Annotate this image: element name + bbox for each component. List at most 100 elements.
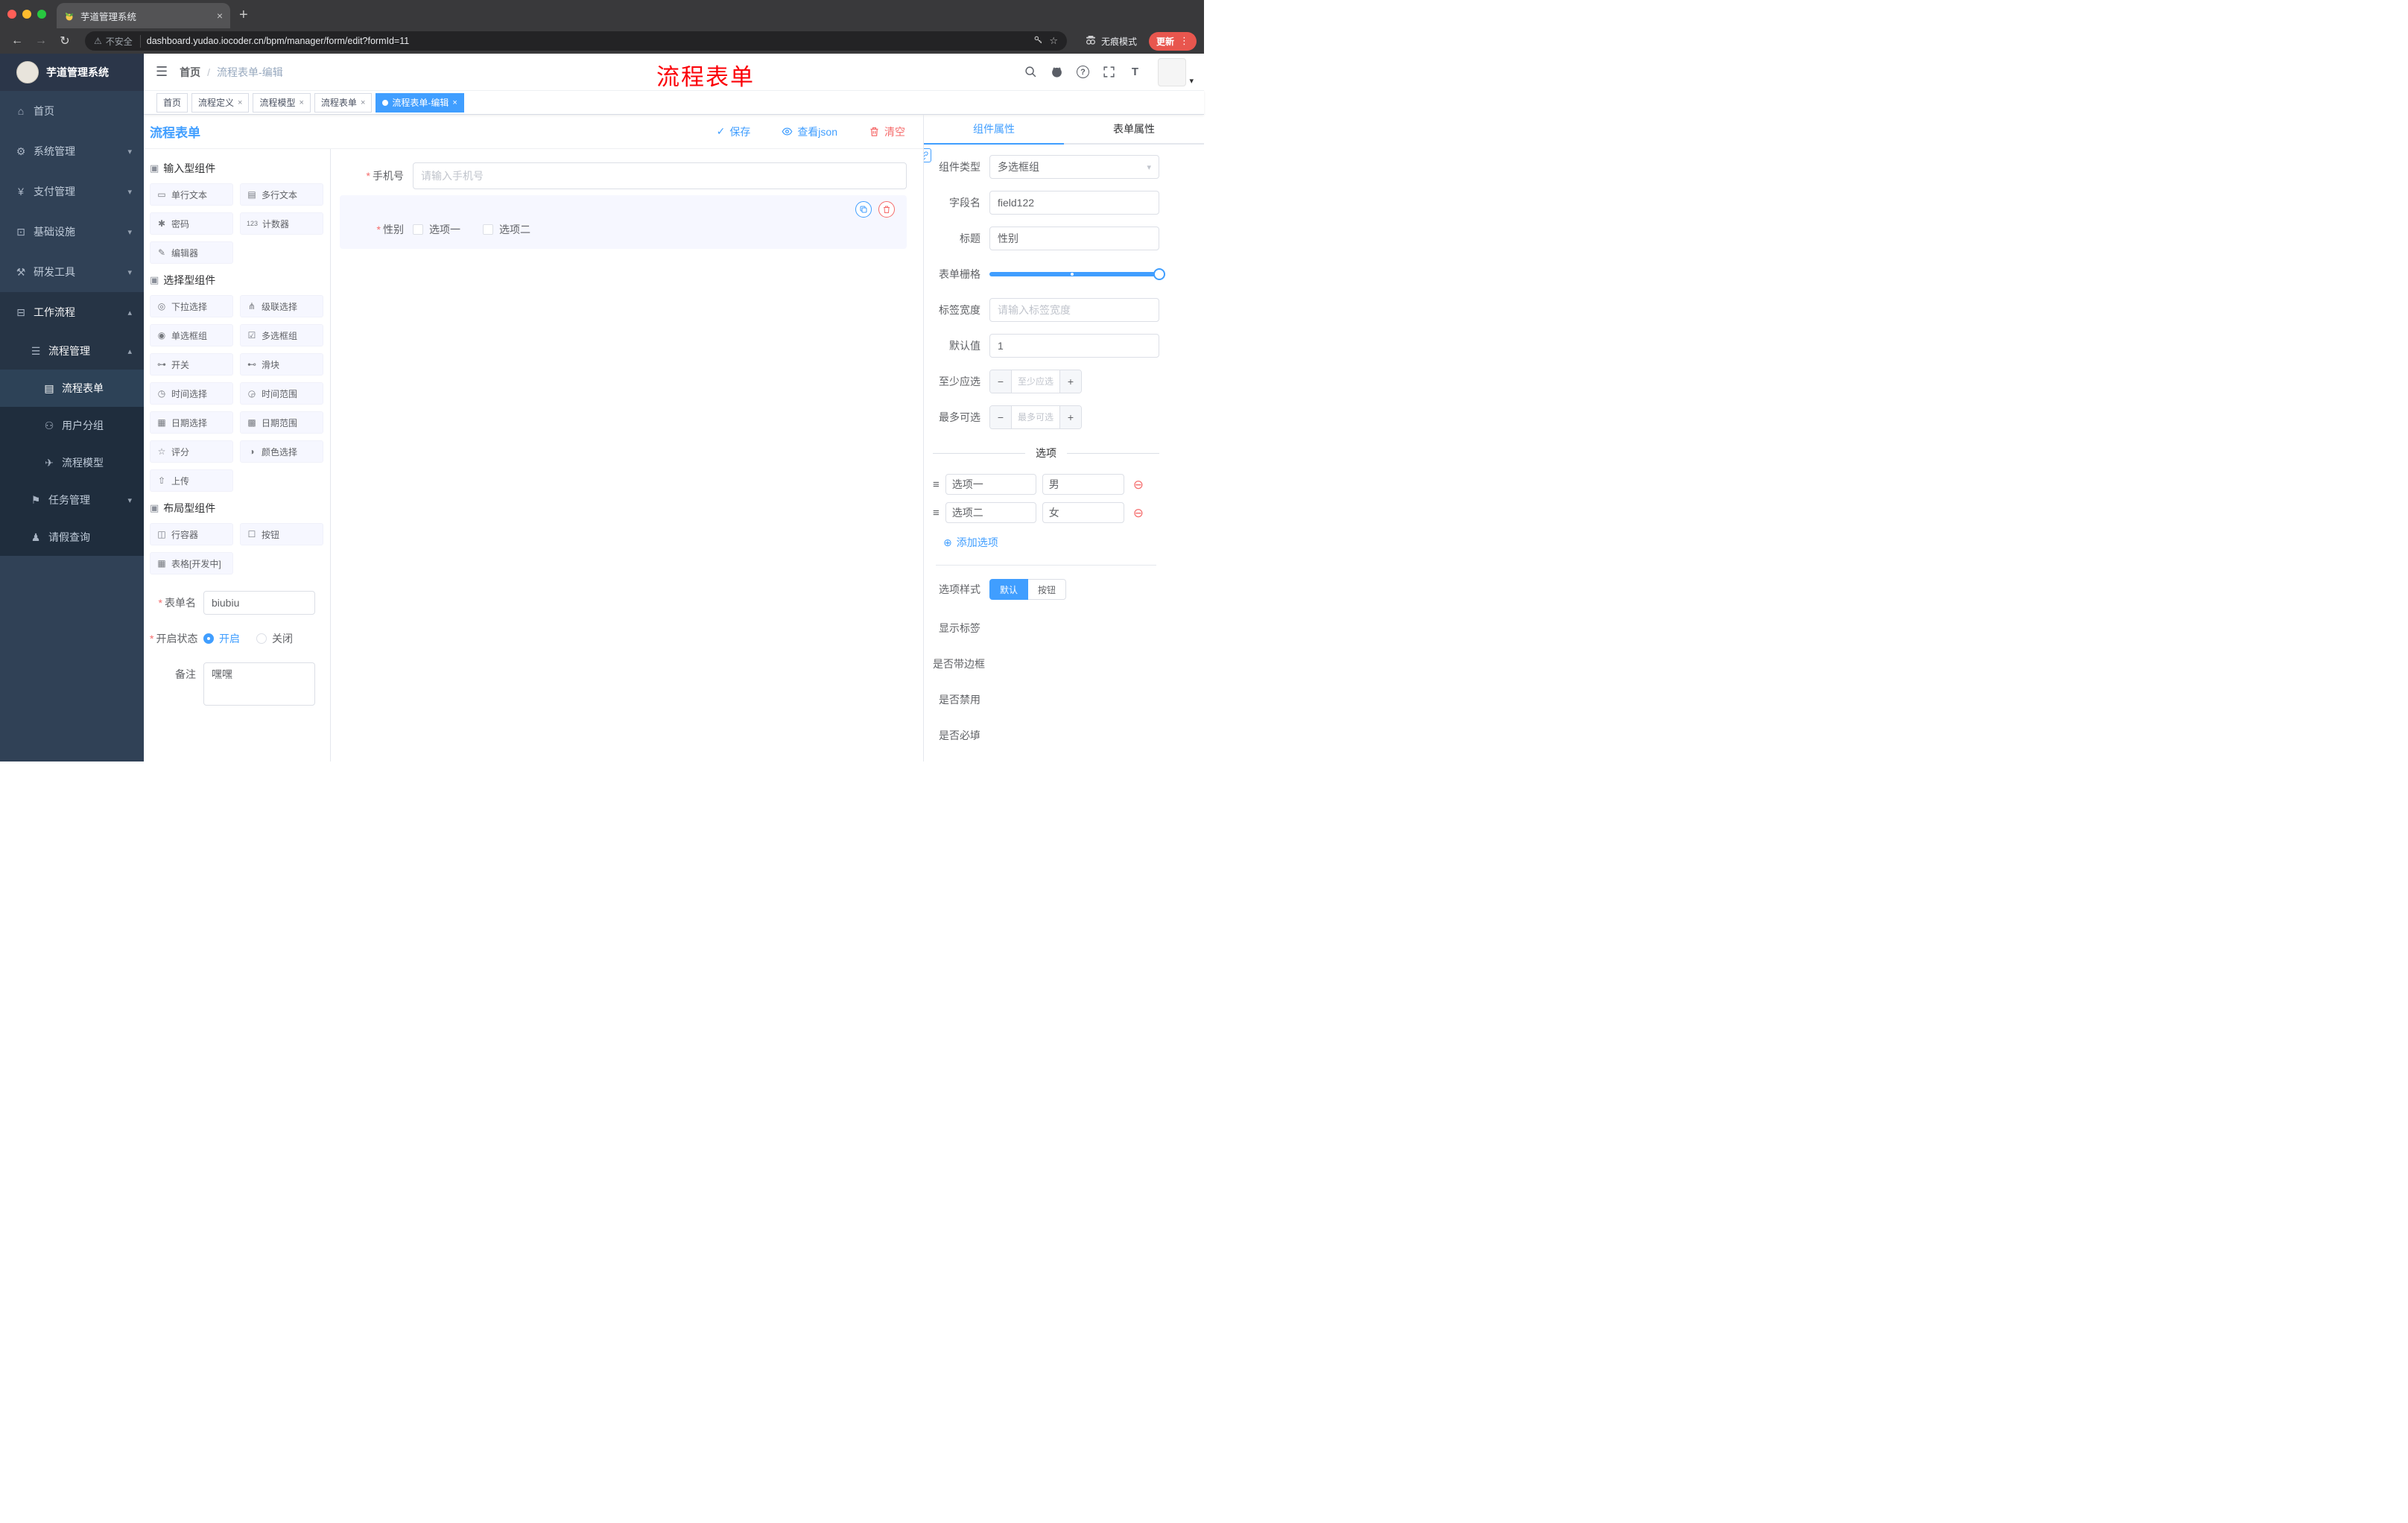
component-button-radio-group[interactable]: ◉ 单选框组 [150, 324, 233, 346]
help-icon[interactable]: ? [1075, 65, 1090, 80]
sidebar-item-task-management[interactable]: ⚑ 任务管理 ▾ [0, 481, 144, 519]
sidebar-item-leave-query[interactable]: ♟ 请假查询 [0, 519, 144, 556]
component-button-upload[interactable]: ⇧ 上传 [150, 469, 233, 492]
browser-tab[interactable]: 芋道管理系统 × [57, 3, 230, 28]
update-button[interactable]: 更新 ⋮ [1148, 31, 1197, 51]
font-size-icon[interactable]: T [1127, 65, 1142, 80]
option-value-input[interactable] [1042, 474, 1124, 495]
remove-option-icon[interactable]: ⊖ [1133, 478, 1144, 491]
component-button-cascader[interactable]: ⋔ 级联选择 [240, 295, 323, 317]
remove-option-icon[interactable]: ⊖ [1133, 507, 1144, 519]
avatar[interactable] [1158, 57, 1187, 86]
forward-icon[interactable]: → [31, 34, 51, 48]
form-grid-slider[interactable] [989, 262, 1165, 286]
option-value-input[interactable] [1042, 502, 1124, 523]
tag-process-form-edit[interactable]: 流程表单-编辑 × [376, 92, 464, 113]
copy-field-button[interactable] [855, 201, 872, 218]
component-button-time-range[interactable]: ◶ 时间范围 [240, 382, 323, 405]
minimize-window-button[interactable] [22, 10, 31, 19]
gender-option-1[interactable]: 选项一 [413, 222, 460, 237]
component-button-password[interactable]: ✱ 密码 [150, 212, 233, 235]
new-tab-button[interactable]: + [239, 7, 248, 24]
clear-button[interactable]: 清空 [869, 124, 905, 139]
sidebar-item-process-model[interactable]: ✈ 流程模型 [0, 444, 144, 481]
field-name-input[interactable] [989, 191, 1159, 215]
sidebar-collapse-icon[interactable]: ☰ [156, 64, 168, 80]
tab-close-icon[interactable]: × [217, 10, 223, 22]
tag-process-model[interactable]: 流程模型 × [253, 92, 311, 113]
component-button-rate[interactable]: ☆ 评分 [150, 440, 233, 463]
tag-process-form[interactable]: 流程表单 × [314, 92, 373, 113]
tag-home[interactable]: 首页 [156, 92, 188, 113]
view-json-button[interactable]: 查看json [782, 124, 837, 139]
component-button-counter[interactable]: 123 计数器 [240, 212, 323, 235]
component-button-select[interactable]: ◎ 下拉选择 [150, 295, 233, 317]
component-button-date-range[interactable]: ▩ 日期范围 [240, 411, 323, 434]
plus-icon[interactable]: + [1059, 370, 1081, 393]
status-radio-on[interactable]: 开启 [203, 627, 240, 650]
plus-icon[interactable]: + [1059, 406, 1081, 428]
form-name-input[interactable] [203, 591, 315, 615]
style-button-button[interactable]: 按钮 [1028, 579, 1067, 600]
sidebar-item-devtools[interactable]: ⚒ 研发工具 ▾ [0, 252, 144, 292]
min-select-stepper[interactable]: − + [989, 370, 1082, 393]
component-button-table[interactable]: ▦ 表格[开发中] [150, 552, 233, 574]
component-button-textarea[interactable]: ▤ 多行文本 [240, 183, 323, 206]
component-button-color-picker[interactable]: ◑ 颜色选择 [240, 440, 323, 463]
search-icon[interactable] [1023, 65, 1038, 80]
fullscreen-icon[interactable] [1101, 65, 1116, 80]
link-icon[interactable] [924, 148, 931, 162]
tab-form-props[interactable]: 表单属性 [1064, 115, 1204, 143]
close-icon[interactable]: × [299, 98, 303, 107]
component-type-select[interactable]: 多选框组 ▾ [989, 155, 1159, 179]
title-input[interactable] [989, 227, 1159, 250]
label-width-input[interactable] [989, 298, 1159, 322]
component-button-button[interactable]: ☐ 按钮 [240, 523, 323, 545]
sidebar-item-payment[interactable]: ¥ 支付管理 ▾ [0, 171, 144, 212]
phone-input[interactable] [413, 162, 907, 189]
component-button-time-picker[interactable]: ◷ 时间选择 [150, 382, 233, 405]
component-button-date-picker[interactable]: ▦ 日期选择 [150, 411, 233, 434]
remark-textarea[interactable]: 嘿嘿 [203, 662, 315, 706]
sidebar-item-infrastructure[interactable]: ⊡ 基础设施 ▾ [0, 212, 144, 252]
tab-component-props[interactable]: 组件属性 [924, 115, 1064, 145]
security-chip[interactable]: ⚠ 不安全 [94, 34, 141, 48]
option-name-input[interactable] [945, 502, 1036, 523]
component-button-checkbox-group[interactable]: ☑ 多选框组 [240, 324, 323, 346]
component-button-row-container[interactable]: ◫ 行容器 [150, 523, 233, 545]
sidebar-item-process-form[interactable]: ▤ 流程表单 [0, 370, 144, 407]
canvas-field-phone[interactable]: 手机号 [340, 162, 907, 189]
key-icon[interactable] [1033, 35, 1043, 47]
slider-handle[interactable] [1153, 268, 1165, 280]
url-text[interactable]: dashboard.yudao.iocoder.cn/bpm/manager/f… [147, 36, 1028, 46]
reload-icon[interactable]: ↻ [55, 34, 75, 48]
close-icon[interactable]: × [452, 98, 457, 107]
drag-handle-icon[interactable]: ≡ [933, 478, 940, 491]
sidebar-item-system[interactable]: ⚙ 系统管理 ▾ [0, 131, 144, 171]
close-window-button[interactable] [7, 10, 16, 19]
address-bar[interactable]: ⚠ 不安全 dashboard.yudao.iocoder.cn/bpm/man… [85, 31, 1067, 51]
component-button-editor[interactable]: ✎ 编辑器 [150, 241, 233, 264]
github-icon[interactable] [1049, 65, 1064, 80]
delete-field-button[interactable] [878, 201, 895, 218]
status-radio-off[interactable]: 关闭 [256, 627, 293, 650]
max-select-input[interactable] [1012, 406, 1059, 428]
min-select-input[interactable] [1012, 370, 1059, 393]
zoom-window-button[interactable] [37, 10, 46, 19]
max-select-stepper[interactable]: − + [989, 405, 1082, 429]
bookmark-star-icon[interactable]: ☆ [1049, 35, 1058, 47]
tag-process-definition[interactable]: 流程定义 × [191, 92, 250, 113]
add-option-button[interactable]: ⊕ 添加选项 [943, 535, 998, 550]
option-name-input[interactable] [945, 474, 1036, 495]
save-button[interactable]: ✓ 保存 [717, 124, 751, 139]
breadcrumb-home[interactable]: 首页 [180, 65, 200, 80]
canvas-field-gender-selected[interactable]: 性别 选项一 选项二 [340, 195, 907, 249]
component-button-slider[interactable]: ⊷ 滑块 [240, 353, 323, 376]
sidebar-item-home[interactable]: ⌂ 首页 [0, 91, 144, 131]
gender-option-2[interactable]: 选项二 [483, 222, 530, 237]
browser-menu-icon[interactable]: ⋮ [1179, 35, 1189, 47]
close-icon[interactable]: × [361, 98, 365, 107]
minus-icon[interactable]: − [990, 370, 1012, 393]
slider-track[interactable] [989, 268, 1165, 280]
user-menu[interactable]: ▾ [1158, 57, 1194, 86]
